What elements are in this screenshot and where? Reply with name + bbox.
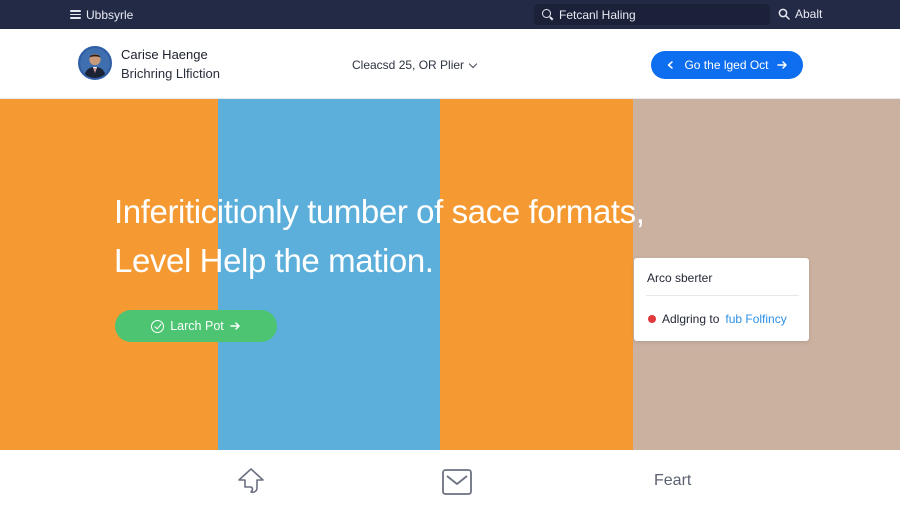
top-bar: Ubbsyrle Abalt	[0, 0, 900, 29]
card-divider	[646, 295, 799, 296]
hero-headline-line: Inferiticitionly tumber of sace formats,	[114, 193, 645, 230]
hero-headline: Inferiticitionly tumber of sace formats,…	[114, 187, 645, 285]
menu-label: Ubbsyrle	[86, 7, 134, 22]
menu-button[interactable]: Ubbsyrle	[70, 7, 133, 22]
page-header: Carise Haenge Brichring Llfiction Cleacs…	[0, 29, 900, 99]
avatar[interactable]	[78, 46, 112, 80]
search-input[interactable]	[559, 7, 759, 22]
search-icon	[542, 9, 553, 20]
launch-button-label: Larch Pot	[170, 319, 224, 333]
bottom-nav-feart[interactable]: Feart	[654, 472, 691, 490]
search-icon	[778, 8, 790, 20]
bottom-nav-mail[interactable]	[441, 467, 473, 497]
mail-icon	[442, 469, 472, 495]
card-row-link[interactable]: fub Folfincy	[725, 312, 786, 326]
header-cta-label: Go the lged Oct	[684, 58, 769, 72]
arrow-right-icon	[776, 61, 787, 69]
bottom-nav-share[interactable]	[236, 466, 266, 496]
bottom-nav-label: Feart	[654, 472, 692, 489]
share-arrow-icon	[238, 468, 264, 494]
search-bar[interactable]	[534, 4, 770, 25]
profile-name: Carise Haenge	[121, 47, 208, 62]
filter-label: Cleacsd 25, OR Plier	[352, 58, 465, 72]
card-row-text: Adlgring to	[662, 312, 720, 326]
hero-banner: Inferiticitionly tumber of sace formats,…	[0, 99, 900, 450]
status-dot-icon	[648, 315, 656, 323]
launch-button[interactable]: Larch Pot	[115, 310, 277, 342]
arrow-right-icon	[230, 322, 240, 330]
about-link[interactable]: Abalt	[778, 7, 822, 21]
about-label: Abalt	[795, 7, 823, 21]
hero-headline-line: Level Help the mation.	[114, 242, 434, 279]
person-avatar-icon	[80, 48, 110, 78]
header-cta-button[interactable]: Go the lged Oct	[651, 51, 803, 79]
check-circle-icon	[151, 319, 165, 333]
info-card: Arco sberter Adlgring to fub Folfincy	[634, 258, 809, 341]
card-title: Arco sberter	[647, 271, 713, 285]
filter-dropdown[interactable]: Cleacsd 25, OR Plier	[352, 58, 478, 72]
card-status-row[interactable]: Adlgring to fub Folfincy	[648, 312, 787, 326]
chevron-down-icon	[468, 59, 478, 68]
profile-subtitle: Brichring Llfiction	[121, 66, 220, 81]
arrow-left-icon	[668, 61, 674, 69]
bottom-nav: Feart	[0, 450, 900, 506]
hamburger-icon	[70, 10, 81, 19]
